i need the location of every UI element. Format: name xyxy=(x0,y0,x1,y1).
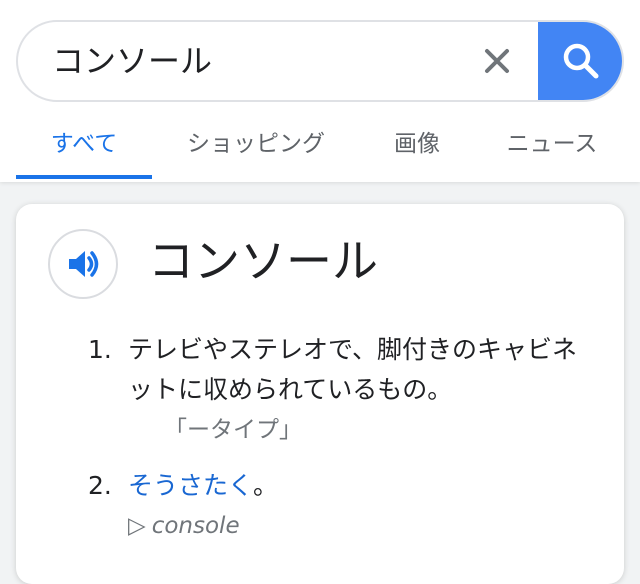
tab-images[interactable]: 画像 xyxy=(372,118,462,182)
search-input[interactable]: コンソール xyxy=(52,22,212,100)
origin-marker-icon: ▷ xyxy=(128,513,146,539)
search-button[interactable] xyxy=(538,22,622,100)
search-icon xyxy=(563,43,599,79)
definition-suffix: 。 xyxy=(253,471,279,500)
word-origin: ▷ console xyxy=(128,508,240,544)
tab-news[interactable]: ニュース xyxy=(494,118,610,182)
definition-link[interactable]: そうさたく xyxy=(128,471,253,500)
active-tab-indicator xyxy=(16,175,152,179)
close-icon xyxy=(485,49,509,73)
dictionary-card: コンソール 1. テレビやステレオで、脚付きのキャビネットに収められているもの。… xyxy=(16,204,624,584)
search-tabs: すべて ショッピング 画像 ニュース xyxy=(0,118,640,182)
tab-all[interactable]: すべて xyxy=(16,118,152,182)
definition-example: 「ータイプ」 xyxy=(164,417,302,443)
definition-number: 1. xyxy=(88,335,112,364)
origin-word: console xyxy=(151,513,240,539)
dictionary-headword: コンソール xyxy=(148,234,378,288)
definition-text: そうさたく。 xyxy=(128,466,598,506)
search-header: コンソール すべて ショッピング 画像 ニュース xyxy=(0,0,640,182)
pronunciation-button[interactable] xyxy=(48,229,118,299)
search-box[interactable]: コンソール xyxy=(16,20,624,102)
definition-text: テレビやステレオで、脚付きのキャビネットに収められているもの。 xyxy=(128,335,578,404)
speaker-icon xyxy=(69,251,99,277)
tab-shopping[interactable]: ショッピング xyxy=(170,118,342,182)
clear-button[interactable] xyxy=(474,38,520,84)
definition-number: 2. xyxy=(88,471,112,500)
